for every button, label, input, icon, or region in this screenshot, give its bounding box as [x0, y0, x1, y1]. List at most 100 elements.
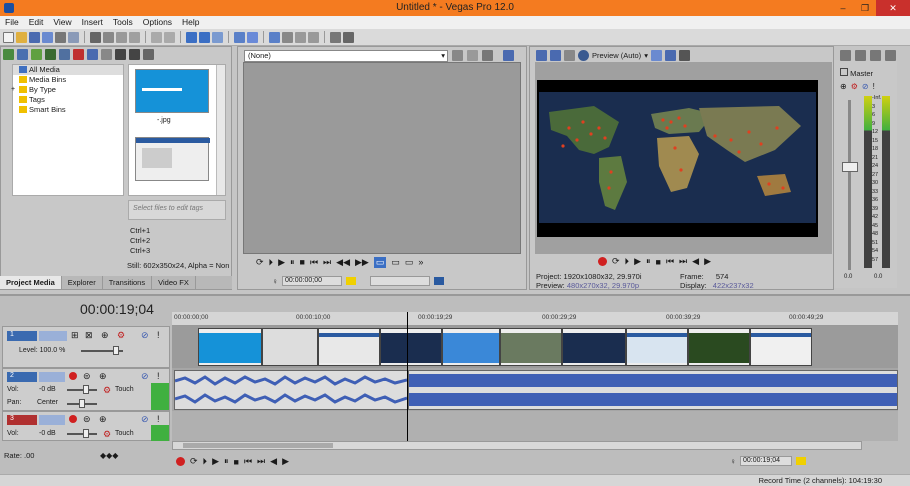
tab-transitions[interactable]: Transitions — [103, 276, 153, 289]
audio-track-2-lane[interactable] — [172, 411, 898, 441]
properties-icon[interactable] — [68, 31, 79, 43]
insert-icon[interactable]: ▭ — [391, 257, 400, 268]
pan-slider-thumb[interactable] — [79, 399, 85, 408]
trim-icon[interactable] — [308, 31, 319, 43]
cut-icon[interactable] — [90, 31, 101, 43]
save-icon[interactable] — [29, 31, 40, 43]
master-mute-icon[interactable]: ⊘ — [862, 82, 869, 91]
vol-slider-thumb[interactable] — [83, 429, 89, 438]
video-clip-1-tail[interactable] — [262, 328, 318, 366]
thumbnails-scrollbar[interactable] — [216, 65, 225, 195]
tree-item-tags[interactable]: Tags — [13, 95, 123, 105]
overwrite-icon[interactable]: ▭ — [373, 257, 387, 268]
render-icon[interactable] — [55, 31, 66, 43]
video-clip-8[interactable] — [688, 328, 750, 366]
capture-icon[interactable] — [17, 49, 28, 60]
expand-icon[interactable]: + — [11, 85, 15, 95]
close-button[interactable]: ✕ — [876, 0, 910, 16]
external-monitor-icon[interactable] — [550, 50, 561, 61]
copy-snapshot-icon[interactable] — [664, 50, 676, 61]
auto-preview-icon[interactable] — [115, 49, 126, 60]
tab-project-media[interactable]: Project Media — [0, 276, 62, 289]
trimmer-display[interactable] — [243, 62, 521, 254]
track-name-field[interactable] — [39, 415, 65, 425]
solo-icon[interactable]: ! — [157, 414, 160, 424]
more-icon[interactable]: » — [418, 257, 423, 268]
level-slider-thumb[interactable] — [113, 346, 119, 355]
trimmer-add-icon[interactable] — [452, 50, 463, 61]
video-track-header[interactable]: 1 ⊞ ⊠ ⊕ ⚙ ⊘ ! Level: 100.0 % — [2, 326, 170, 368]
auto-ripple-icon[interactable] — [199, 31, 210, 43]
tab-explorer[interactable]: Explorer — [62, 276, 103, 289]
import-media-icon[interactable] — [3, 49, 14, 60]
loop-playback-icon[interactable]: ⟳ — [190, 456, 198, 467]
undo-icon[interactable] — [151, 31, 162, 43]
menu-tools[interactable]: Tools — [108, 16, 138, 29]
preview-properties-icon[interactable] — [536, 50, 547, 61]
split-icon[interactable] — [295, 31, 306, 43]
invert-phase-icon[interactable]: ⊜ — [83, 371, 91, 382]
redo-icon[interactable] — [164, 31, 175, 43]
master-auto-icon[interactable]: ⚙ — [851, 82, 858, 91]
pause-icon[interactable]: ⏸ — [290, 257, 295, 268]
tab-video-fx[interactable]: Video FX — [152, 276, 196, 289]
menu-options[interactable]: Options — [138, 16, 177, 29]
vol-slider[interactable] — [67, 433, 97, 435]
video-clip-3[interactable] — [380, 328, 442, 366]
trimmer-settings-icon[interactable] — [503, 50, 514, 61]
audio-track-2-header[interactable]: 3 ⊜ ⊕ ⊘ ! Vol: -0 dB ⚙ Touch — [2, 411, 170, 441]
out-point-icon[interactable] — [434, 277, 444, 285]
prev-frame-icon[interactable]: ⏮ — [310, 257, 318, 268]
normal-edit-tool-icon[interactable] — [234, 31, 245, 43]
online-help-icon[interactable] — [330, 31, 341, 43]
video-clip-9[interactable] — [750, 328, 812, 366]
rate-slider-icon[interactable]: ◆◆◆ — [100, 451, 118, 460]
stop-icon[interactable]: ■ — [300, 257, 305, 268]
automation-icon[interactable]: ⚙ — [103, 385, 111, 396]
go-to-start-icon[interactable]: ⏮ — [666, 256, 674, 267]
master-downmix-icon[interactable] — [885, 50, 896, 61]
media-properties-icon[interactable] — [87, 49, 98, 60]
automation-icon[interactable]: ⚙ — [117, 330, 125, 341]
open-icon[interactable] — [16, 31, 27, 43]
preview-quality-dropdown[interactable]: Preview (Auto) — [592, 51, 641, 60]
next-frame-icon[interactable]: ▶ — [704, 256, 711, 267]
video-clip-7[interactable] — [626, 328, 688, 366]
automation-mode[interactable]: Touch — [115, 430, 134, 437]
track-name-field[interactable] — [39, 331, 67, 341]
transport-timecode[interactable]: 00:00:19;04 — [740, 456, 792, 466]
audio-clip-1[interactable] — [174, 370, 408, 410]
menu-edit[interactable]: Edit — [24, 16, 49, 29]
master-lock-icon[interactable] — [870, 50, 881, 61]
save-as-icon[interactable] — [42, 31, 53, 43]
trimmer-link-icon[interactable] — [467, 50, 478, 61]
play-icon[interactable]: ▶ — [212, 456, 219, 467]
trimmer-timecode[interactable]: 00:00:00;00 — [282, 276, 342, 286]
minimize-button[interactable]: – — [832, 0, 854, 16]
master-props-icon[interactable] — [840, 50, 851, 61]
video-clip-1[interactable] — [198, 328, 262, 366]
lock-envelopes-icon[interactable] — [212, 31, 223, 43]
arm-record-icon[interactable] — [69, 372, 77, 380]
get-media-icon[interactable] — [31, 49, 42, 60]
go-to-end-icon[interactable]: ⏭ — [679, 256, 687, 267]
fit-icon[interactable]: ▭ — [405, 257, 414, 268]
mute-icon[interactable]: ⊘ — [141, 414, 149, 425]
menu-help[interactable]: Help — [177, 16, 204, 29]
arm-record-icon[interactable] — [69, 415, 77, 423]
timeline-ruler[interactable]: 00:00:00;00 00:00:10;00 00:00:19;29 00:0… — [172, 312, 898, 326]
tree-item-all-media[interactable]: All Media — [13, 65, 123, 75]
split-screen-icon[interactable] — [578, 50, 589, 61]
master-fader[interactable] — [842, 162, 858, 172]
tree-item-by-type[interactable]: + By Type — [11, 85, 123, 95]
envelope-tool-icon[interactable] — [247, 31, 258, 43]
remove-media-icon[interactable] — [73, 49, 84, 60]
audio-track-1-header[interactable]: 2 ⊜ ⊕ ⊘ ! Vol: -0 dB ⚙ Touch Pan: Center — [2, 368, 170, 411]
automation-icon[interactable]: ⚙ — [103, 429, 111, 440]
selection-tool-icon[interactable] — [269, 31, 280, 43]
copy-icon[interactable] — [103, 31, 114, 43]
media-thumbnail-2[interactable] — [135, 137, 210, 181]
zoom-tool-icon[interactable] — [282, 31, 293, 43]
playhead-cursor[interactable] — [407, 312, 408, 442]
play-from-start-icon[interactable]: ⏵ — [625, 256, 630, 267]
